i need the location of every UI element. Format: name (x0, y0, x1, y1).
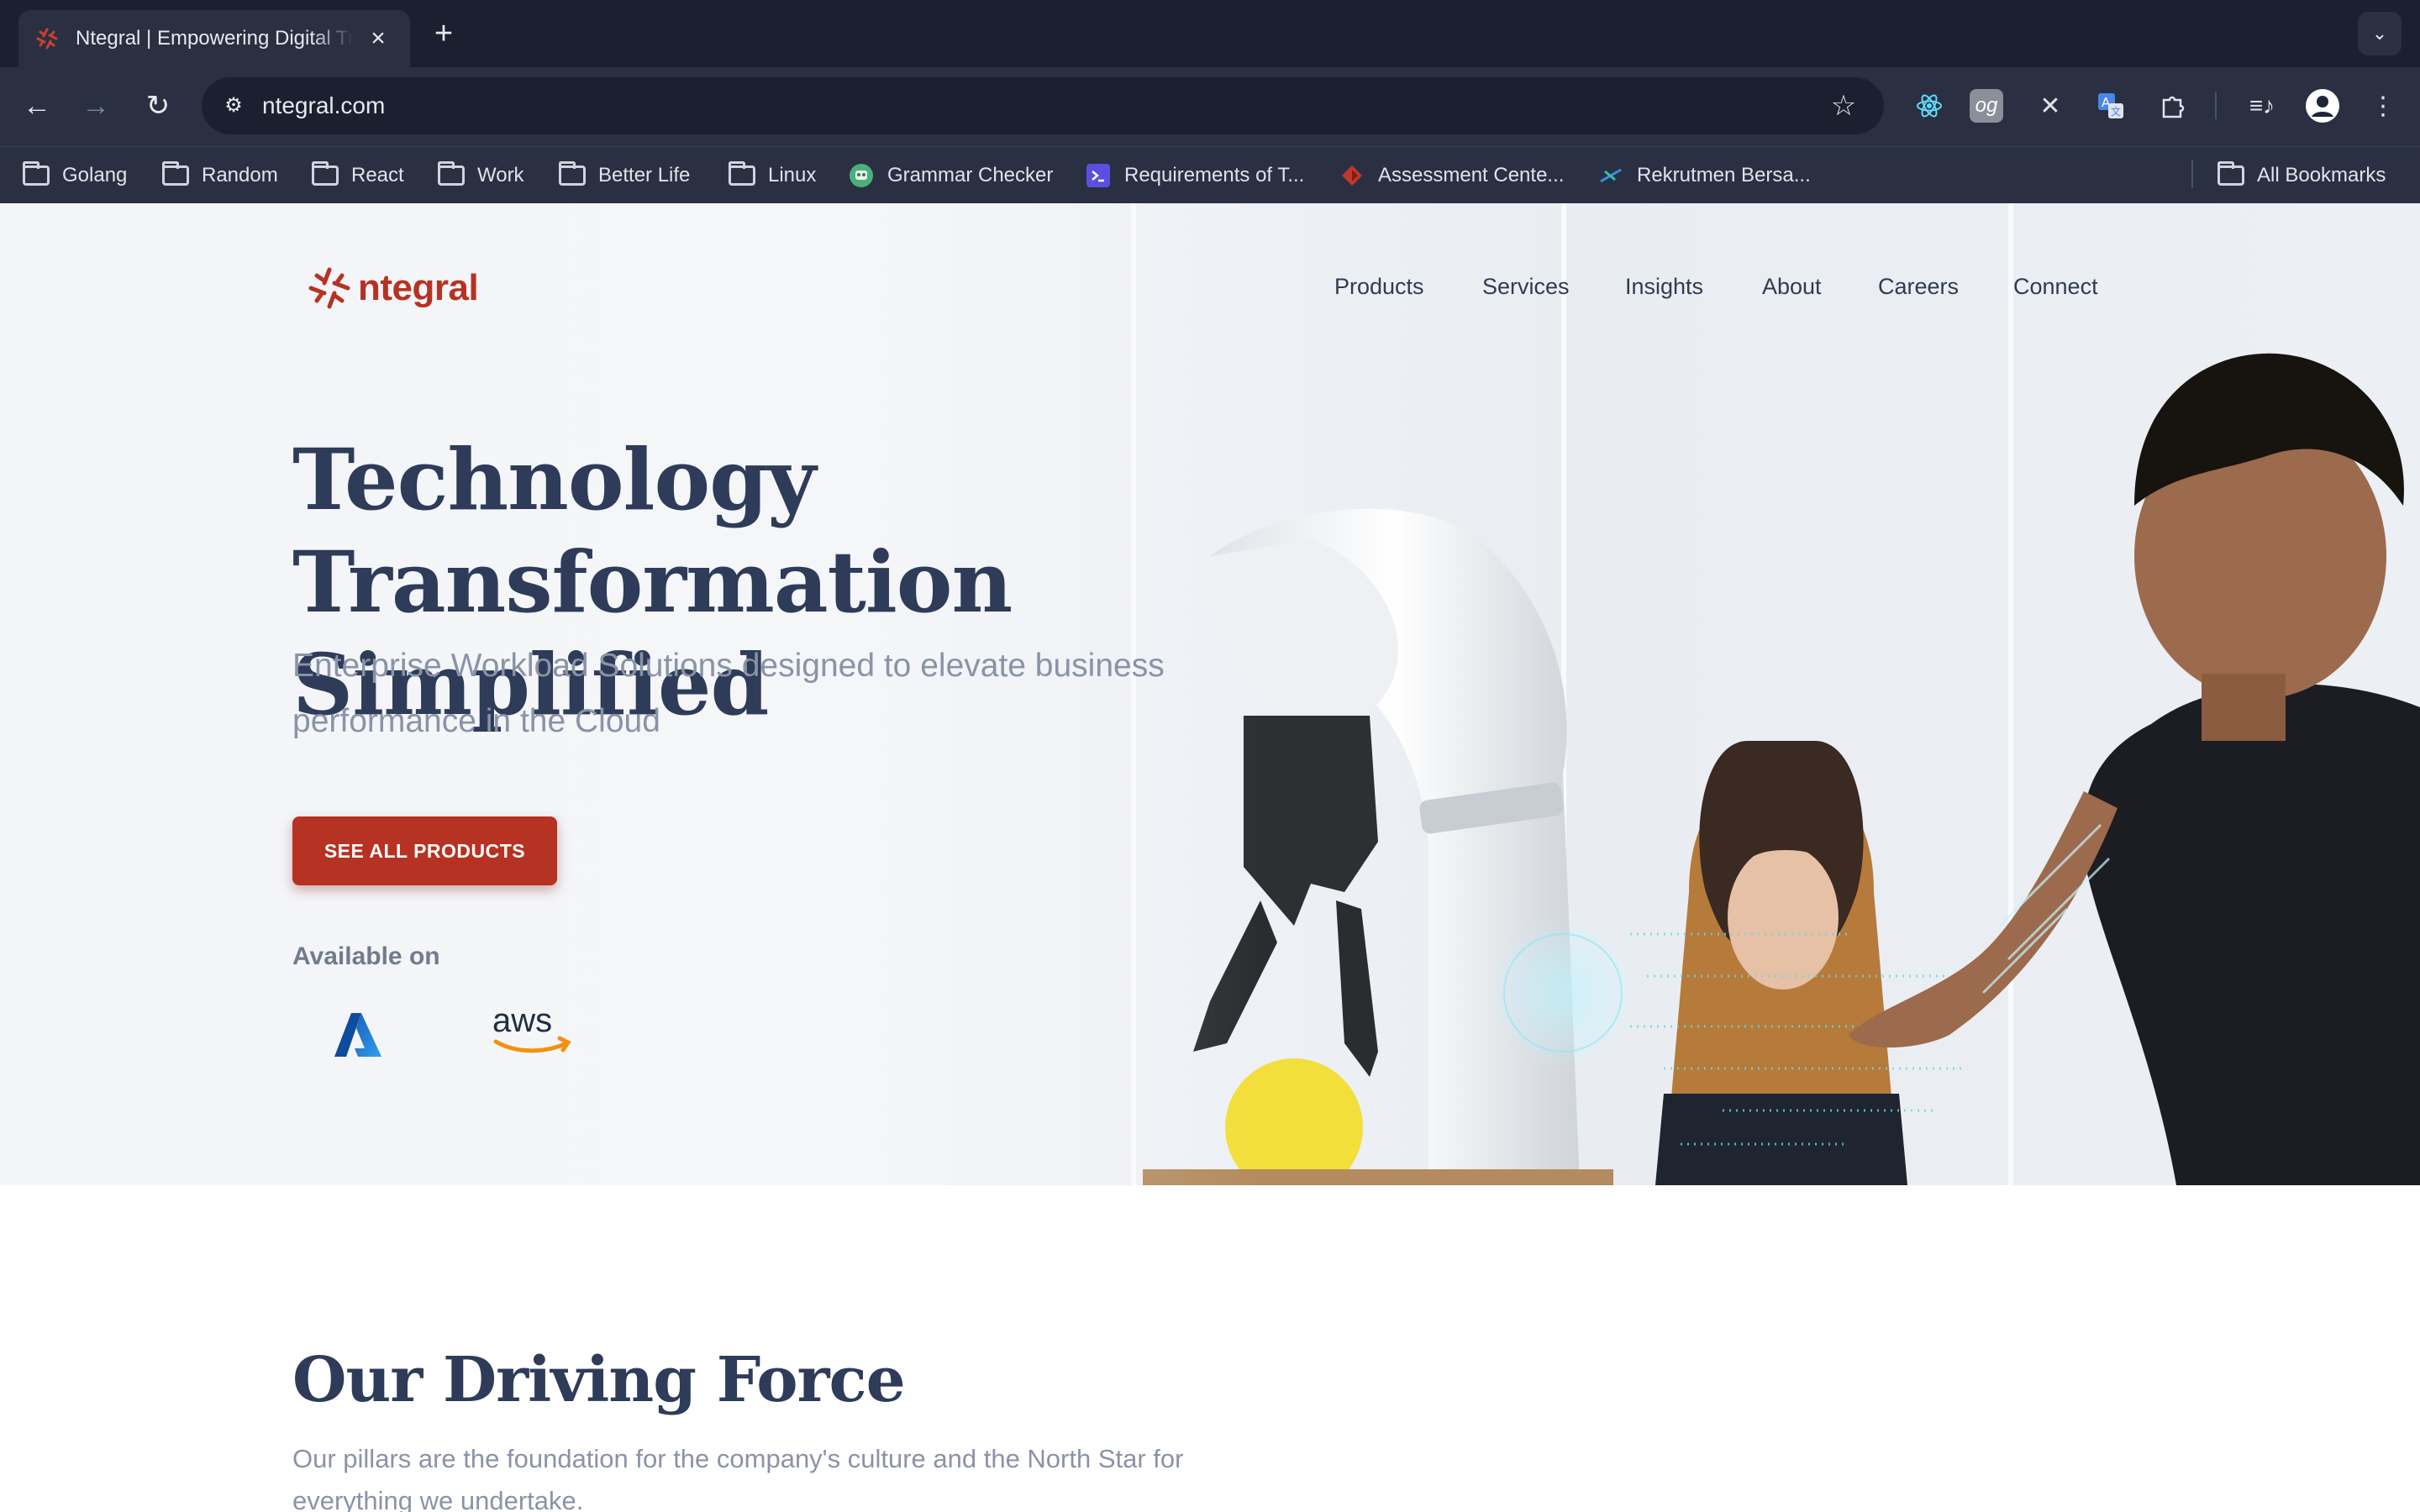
folder-icon (558, 161, 587, 187)
bookmark-star-icon[interactable]: ☆ (1825, 87, 1862, 124)
reload-button[interactable]: ↻ (138, 86, 178, 126)
man-neck (2202, 674, 2286, 741)
folder-icon (161, 161, 190, 187)
man-arm (1849, 791, 2118, 1047)
aws-logo-text: aws (492, 1002, 552, 1039)
all-bookmarks-button[interactable]: All Bookmarks (2217, 159, 2386, 192)
svg-text:文: 文 (2111, 105, 2121, 118)
hologram-glow (1487, 917, 1639, 1068)
folder-icon (2217, 161, 2245, 187)
hero-subtitle: Enterprise Workload Solutions designed t… (292, 648, 1165, 739)
bookmark-label: Random (202, 164, 278, 186)
bookmarks-bar: Golang Random React Work Better Life Lin… (0, 146, 2420, 203)
bookmarks-divider (2191, 160, 2193, 188)
tab-strip: Ntegral | Empowering Digital Transformat… (0, 0, 2420, 67)
bookmark-folder-react[interactable]: React (311, 159, 404, 192)
translate-extension-icon[interactable]: A文 (2091, 86, 2131, 126)
red-favicon-icon (1338, 164, 1366, 187)
folder-icon (311, 161, 339, 187)
new-tab-button[interactable]: + (427, 17, 460, 50)
bookmark-folder-random[interactable]: Random (161, 159, 278, 192)
headline-line-1: Technology Transformation (292, 430, 1013, 632)
toolbar-divider (2215, 92, 2217, 119)
hero-section: ntegral Products Services Insights About… (0, 203, 2420, 1185)
bookmark-label: Requirements of T... (1124, 164, 1305, 186)
extensions-puzzle-icon[interactable] (2153, 86, 2193, 126)
aws-logo-icon[interactable]: aws (491, 1001, 575, 1060)
url-text: ntegral.com (262, 92, 386, 118)
see-all-products-button[interactable]: SEE ALL PRODUCTS (292, 816, 557, 885)
bookmark-folder-better-life[interactable]: Better Life (558, 159, 690, 192)
nav-services[interactable]: Services (1482, 274, 1570, 300)
bookmark-label: React (351, 164, 404, 186)
tab-title: Ntegral | Empowering Digital Transformat… (76, 27, 353, 50)
robot-gripper (1244, 716, 1378, 926)
nav-careers[interactable]: Careers (1878, 274, 1959, 300)
ntegral-logo-icon (308, 267, 350, 309)
web-page: ntegral Products Services Insights About… (0, 203, 2420, 1512)
bookmark-label: Grammar Checker (887, 164, 1054, 186)
bookmark-label: Golang (62, 164, 128, 186)
woman-face (1728, 845, 1839, 990)
nav-about[interactable]: About (1762, 274, 1822, 300)
terminal-favicon-icon (1084, 164, 1113, 187)
section-subtitle: Our pillars are the foundation for the c… (292, 1444, 1184, 1512)
bookmark-label: Work (477, 164, 524, 186)
folder-icon (437, 161, 466, 187)
nav-products[interactable]: Products (1334, 274, 1424, 300)
available-on-label: Available on (292, 942, 440, 970)
man-shirt (2082, 684, 2420, 1185)
gripper-finger (1336, 900, 1378, 1077)
media-controls-icon[interactable]: ≡♪ (2242, 86, 2282, 126)
close-tab-icon[interactable]: × (365, 25, 392, 52)
tab-search-button[interactable]: ⌄ (2358, 12, 2402, 55)
browser-menu-icon[interactable]: ⋮ (2363, 86, 2403, 126)
react-devtools-icon[interactable] (1909, 86, 1949, 126)
robot-favicon-icon (847, 164, 876, 187)
nav-insights[interactable]: Insights (1625, 274, 1703, 300)
browser-chrome: Ntegral | Empowering Digital Transformat… (0, 0, 2420, 203)
browser-tab[interactable]: Ntegral | Empowering Digital Transformat… (18, 10, 410, 67)
ntegral-logo[interactable]: ntegral (306, 259, 479, 318)
bookmark-folder-work[interactable]: Work (437, 159, 524, 192)
profile-avatar-icon[interactable] (2302, 86, 2343, 126)
folder-icon (22, 161, 50, 187)
toolbar: ← → ↻ ⚙ ntegral.com ☆ og ✕ A文 ≡♪ ⋮ (0, 67, 2420, 146)
bookmark-label: Assessment Cente... (1378, 164, 1565, 186)
address-bar[interactable]: ⚙ ntegral.com ☆ (202, 77, 1884, 134)
bookmark-folder-linux[interactable]: Linux (728, 159, 816, 192)
back-button[interactable]: ← (17, 86, 57, 126)
section-title: Our Driving Force (292, 1344, 906, 1416)
bookmark-assessment-center[interactable]: Assessment Cente... (1338, 159, 1564, 192)
bookmark-folder-golang[interactable]: Golang (22, 159, 127, 192)
woman-jeans (1655, 1094, 1907, 1185)
bookmark-rekrutmen[interactable]: Rekrutmen Bersa... (1597, 159, 1811, 192)
bookmark-label: Linux (768, 164, 817, 186)
plane-favicon-icon (1597, 164, 1625, 187)
all-bookmarks-label: All Bookmarks (2257, 164, 2386, 186)
nav-connect[interactable]: Connect (2013, 274, 2098, 300)
forward-button[interactable]: → (76, 86, 116, 126)
folder-icon (728, 161, 756, 187)
bookmark-label: Better Life (598, 164, 691, 186)
bookmark-label: Rekrutmen Bersa... (1637, 164, 1811, 186)
og-extension-icon[interactable]: og (1970, 89, 2003, 123)
tools-extension-icon[interactable]: ✕ (2030, 86, 2070, 126)
logo-wordmark: ntegral (358, 267, 479, 308)
bookmark-requirements[interactable]: Requirements of T... (1084, 159, 1304, 192)
ntegral-favicon (36, 28, 58, 50)
azure-logo-icon[interactable] (333, 1010, 383, 1060)
bookmark-grammar-checker[interactable]: Grammar Checker (847, 159, 1053, 192)
site-info-icon[interactable]: ⚙ (215, 87, 252, 124)
